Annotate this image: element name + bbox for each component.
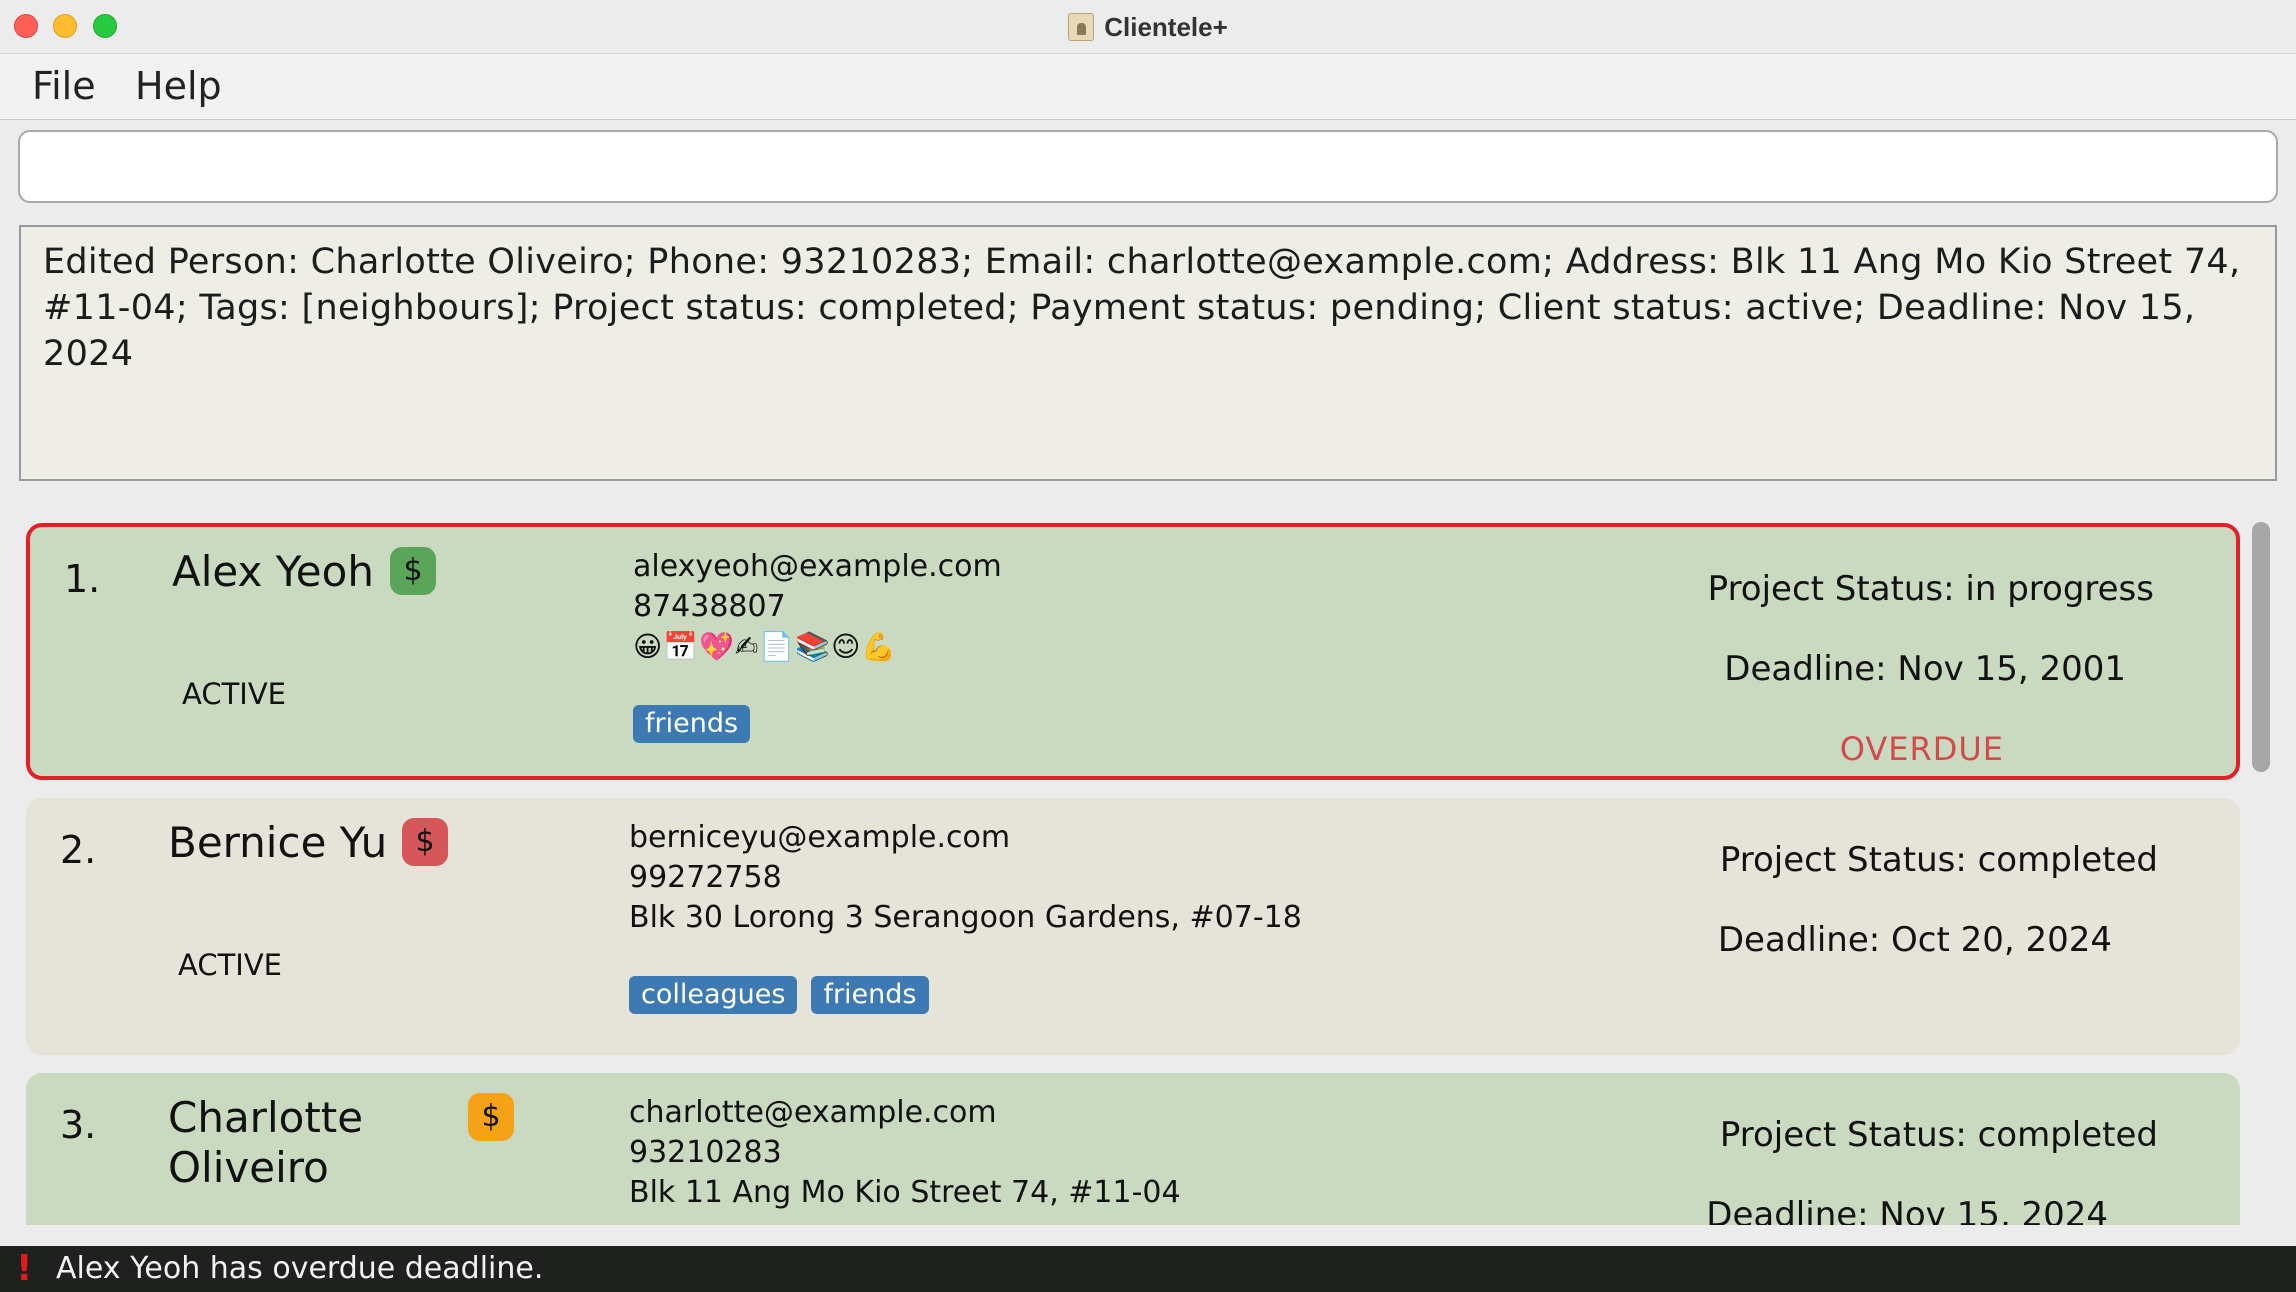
project-status: Project Status: in progress xyxy=(1707,569,2154,609)
tag: friends xyxy=(811,976,929,1014)
person-phone: 93210283 xyxy=(629,1135,782,1170)
tag: colleagues xyxy=(629,976,798,1014)
project-status: Project Status: completed xyxy=(1719,840,2158,880)
person-email: charlotte@example.com xyxy=(629,1095,997,1130)
result-display: Edited Person: Charlotte Oliveiro; Phone… xyxy=(19,225,2277,481)
person-phone: 87438807 xyxy=(633,589,786,624)
person-name: Alex Yeoh xyxy=(172,547,374,596)
project-status: Project Status: completed xyxy=(1719,1115,2158,1155)
deadline: Deadline: Oct 20, 2024 xyxy=(1717,920,2112,960)
person-email: alexyeoh@example.com xyxy=(633,549,1002,584)
window-title: Clientele+ xyxy=(1104,11,1228,42)
deadline: Deadline: Nov 15, 2001 xyxy=(1724,649,2126,689)
payment-status-icon: $ xyxy=(468,1093,514,1141)
person-email: berniceyu@example.com xyxy=(629,820,1011,855)
person-name: Bernice Yu xyxy=(168,818,388,867)
person-phone: 99272758 xyxy=(629,860,782,895)
payment-status-icon: $ xyxy=(390,547,436,595)
app-icon xyxy=(1068,13,1095,41)
person-details: berniceyu@example.com 99272758 Blk 30 Lo… xyxy=(629,818,1302,938)
command-input[interactable] xyxy=(18,130,2278,203)
person-address: Blk 11 Ang Mo Kio Street 74, #11-04 xyxy=(629,1175,1181,1210)
person-details: charlotte@example.com 93210283 Blk 11 An… xyxy=(629,1093,1181,1213)
tag: friends xyxy=(633,705,751,743)
payment-status-icon: $ xyxy=(402,818,448,866)
person-details: alexyeoh@example.com 87438807 😀📅💖✍📄📚😊💪 xyxy=(633,547,1002,667)
tag-list: colleagues friends xyxy=(629,976,929,1014)
title-bar: Clientele+ xyxy=(0,0,2296,54)
tag-list: friends xyxy=(633,705,751,743)
client-status: ACTIVE xyxy=(178,948,283,982)
warning-icon: ! xyxy=(16,1248,33,1289)
client-status: ACTIVE xyxy=(182,677,287,711)
status-message: Alex Yeoh has overdue deadline. xyxy=(56,1251,544,1286)
person-address: 😀📅💖✍📄📚😊💪 xyxy=(633,630,898,663)
menu-bar: File Help xyxy=(0,54,2296,120)
status-bar: ! Alex Yeoh has overdue deadline. xyxy=(0,1246,2296,1292)
menu-file[interactable]: File xyxy=(32,64,96,108)
window-title-group: Clientele+ xyxy=(0,0,2296,54)
person-index: 1. xyxy=(64,557,101,601)
person-card[interactable]: 3. Charlotte Oliveiro $ charlotte@exampl… xyxy=(26,1073,2240,1225)
person-card[interactable]: 2. Bernice Yu $ ACTIVE berniceyu@example… xyxy=(26,798,2240,1055)
overdue-label: OVERDUE xyxy=(1839,730,2004,768)
person-index: 2. xyxy=(60,828,97,872)
menu-help[interactable]: Help xyxy=(135,64,222,108)
person-card[interactable]: 1. Alex Yeoh $ ACTIVE alexyeoh@example.c… xyxy=(26,523,2240,780)
person-list[interactable]: 1. Alex Yeoh $ ACTIVE alexyeoh@example.c… xyxy=(0,508,2296,1225)
list-scrollbar[interactable] xyxy=(2252,522,2270,772)
deadline: Deadline: Nov 15, 2024 xyxy=(1706,1195,2108,1225)
person-name: Charlotte Oliveiro xyxy=(168,1093,364,1192)
person-index: 3. xyxy=(60,1103,97,1147)
person-address: Blk 30 Lorong 3 Serangoon Gardens, #07-1… xyxy=(629,900,1302,935)
